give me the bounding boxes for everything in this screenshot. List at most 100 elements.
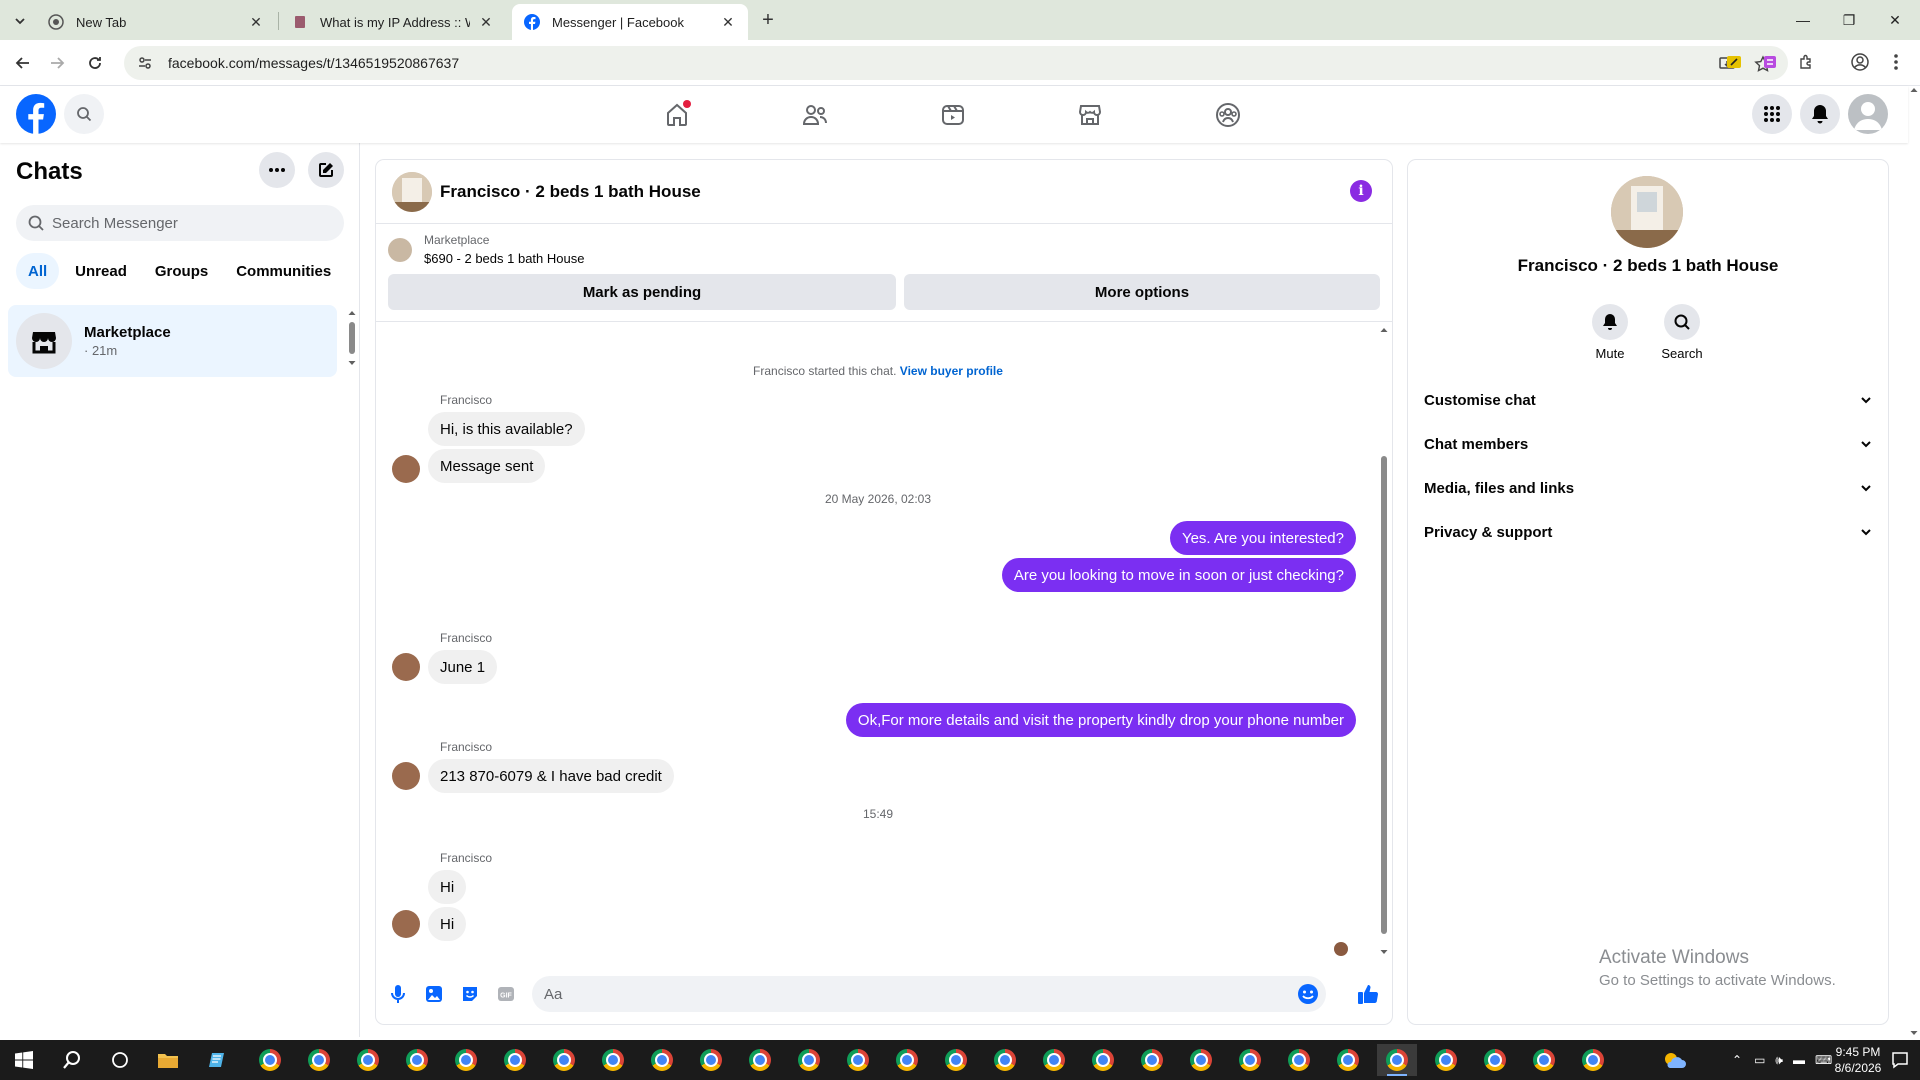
- taskbar-chrome-window-icon[interactable]: [1426, 1044, 1466, 1076]
- extensions-puzzle-icon[interactable]: [1794, 50, 1818, 74]
- close-tab-icon[interactable]: ✕: [248, 14, 264, 30]
- tab-messenger[interactable]: Messenger | Facebook ✕: [512, 4, 748, 40]
- taskbar-chrome-window-icon[interactable]: [348, 1044, 388, 1076]
- taskbar-chrome-window-icon[interactable]: [1524, 1044, 1564, 1076]
- section-chat-members[interactable]: Chat members: [1416, 422, 1880, 466]
- conversation-scrollbar[interactable]: [1378, 326, 1390, 956]
- tray-chevron-icon[interactable]: ⌃: [1732, 1053, 1742, 1067]
- mark-as-pending-button[interactable]: Mark as pending: [388, 274, 896, 310]
- details-avatar[interactable]: [1611, 176, 1683, 248]
- filter-all[interactable]: All: [16, 253, 60, 289]
- chat-list-item-marketplace[interactable]: Marketplace · 21m: [8, 305, 337, 377]
- taskbar-chrome-window-icon[interactable]: [1573, 1044, 1613, 1076]
- close-tab-icon[interactable]: ✕: [478, 14, 494, 30]
- search-messenger-input[interactable]: [52, 214, 322, 232]
- weather-icon[interactable]: [1660, 1046, 1688, 1074]
- search-in-chat-icon[interactable]: [1664, 304, 1700, 340]
- notifications-bell-icon[interactable]: [1800, 94, 1840, 134]
- facebook-search-icon[interactable]: [64, 94, 104, 134]
- more-options-button[interactable]: More options: [904, 274, 1380, 310]
- taskbar-chrome-window-icon[interactable]: [299, 1044, 339, 1076]
- taskbar-chrome-window-icon[interactable]: [250, 1044, 290, 1076]
- taskbar-chrome-window-icon[interactable]: [593, 1044, 633, 1076]
- taskbar-clock[interactable]: 9:45 PM 8/6/2026: [1828, 1044, 1888, 1076]
- search-action[interactable]: Search: [1642, 304, 1722, 361]
- sender-avatar[interactable]: [392, 455, 420, 483]
- taskbar-search-icon[interactable]: [52, 1044, 92, 1076]
- message-incoming[interactable]: June 1: [428, 650, 498, 684]
- thumbs-up-icon[interactable]: [1354, 980, 1382, 1008]
- taskbar-chrome-window-icon[interactable]: [936, 1044, 976, 1076]
- nav-video[interactable]: [897, 86, 1009, 143]
- microphone-icon[interactable]: [384, 980, 412, 1008]
- message-incoming[interactable]: Hi, is this available?: [428, 412, 585, 446]
- taskbar-chrome-window-icon[interactable]: [1377, 1044, 1417, 1076]
- windows-start-icon[interactable]: [4, 1044, 44, 1076]
- filter-groups[interactable]: Groups: [143, 253, 220, 289]
- facebook-logo-icon[interactable]: [16, 94, 56, 134]
- task-view-icon[interactable]: [100, 1044, 140, 1076]
- section-customise-chat[interactable]: Customise chat: [1416, 378, 1880, 422]
- filter-communities[interactable]: Communities: [224, 253, 343, 289]
- address-bar[interactable]: facebook.com/messages/t/1346519520867637: [124, 46, 1788, 80]
- taskbar-chrome-window-icon[interactable]: [544, 1044, 584, 1076]
- extension-purple-icon[interactable]: [1758, 50, 1782, 74]
- profile-icon[interactable]: [1848, 50, 1872, 74]
- taskbar-chrome-window-icon[interactable]: [1279, 1044, 1319, 1076]
- tab-search-chevron-icon[interactable]: [8, 9, 32, 33]
- taskbar-chrome-window-icon[interactable]: [1132, 1044, 1172, 1076]
- taskbar-chrome-window-icon[interactable]: [495, 1044, 535, 1076]
- message-outgoing[interactable]: Are you looking to move in soon or just …: [1001, 558, 1356, 592]
- taskbar-chrome-window-icon[interactable]: [1181, 1044, 1221, 1076]
- chat-list-scrollbar[interactable]: [346, 308, 358, 368]
- menu-grid-icon[interactable]: [1752, 94, 1792, 134]
- taskbar-chrome-window-icon[interactable]: [642, 1044, 682, 1076]
- listing-title[interactable]: $690 - 2 beds 1 bath House: [424, 251, 584, 266]
- gif-icon[interactable]: GIF: [492, 980, 520, 1008]
- photo-icon[interactable]: [420, 980, 448, 1008]
- sender-avatar[interactable]: [392, 653, 420, 681]
- sender-avatar[interactable]: [392, 762, 420, 790]
- new-message-button[interactable]: [308, 152, 344, 188]
- taskbar-chrome-window-icon[interactable]: [789, 1044, 829, 1076]
- nav-marketplace[interactable]: [1034, 86, 1146, 143]
- battery-icon[interactable]: ▬: [1793, 1053, 1805, 1067]
- section-privacy-support[interactable]: Privacy & support: [1416, 510, 1880, 554]
- reload-icon[interactable]: [82, 50, 108, 76]
- message-input-box[interactable]: [532, 976, 1326, 1012]
- browser-menu-icon[interactable]: [1884, 50, 1908, 74]
- taskbar-chrome-window-icon[interactable]: [446, 1044, 486, 1076]
- site-info-icon[interactable]: [130, 48, 160, 78]
- taskbar-chrome-window-icon[interactable]: [985, 1044, 1025, 1076]
- close-tab-icon[interactable]: ✕: [720, 14, 736, 30]
- message-incoming[interactable]: Hi: [428, 907, 467, 941]
- message-outgoing[interactable]: Yes. Are you interested?: [1169, 521, 1356, 555]
- filter-unread[interactable]: Unread: [63, 253, 139, 289]
- listing-thumbnail[interactable]: [388, 238, 412, 262]
- conversation-info-icon[interactable]: i: [1350, 180, 1372, 202]
- new-tab-button[interactable]: +: [756, 8, 780, 32]
- action-center-icon[interactable]: [1880, 1044, 1920, 1076]
- extension-yellow-icon[interactable]: [1722, 50, 1746, 74]
- tab-ip-address[interactable]: What is my IP Address :: WebBr ✕: [280, 4, 506, 40]
- messenger-search[interactable]: [16, 205, 344, 241]
- taskbar-chrome-window-icon[interactable]: [691, 1044, 731, 1076]
- tab-new-tab[interactable]: New Tab ✕: [36, 4, 276, 40]
- message-incoming[interactable]: 213 870-6079 & I have bad credit: [428, 759, 674, 793]
- taskbar-chrome-window-icon[interactable]: [397, 1044, 437, 1076]
- account-avatar[interactable]: [1848, 94, 1888, 134]
- network-icon[interactable]: ▭: [1754, 1053, 1765, 1067]
- minimize-icon[interactable]: —: [1780, 0, 1826, 40]
- taskbar-chrome-window-icon[interactable]: [838, 1044, 878, 1076]
- emoji-icon[interactable]: [1296, 982, 1320, 1006]
- section-media-files-links[interactable]: Media, files and links: [1416, 466, 1880, 510]
- back-icon[interactable]: [10, 50, 36, 76]
- forward-icon[interactable]: [44, 50, 70, 76]
- file-explorer-icon[interactable]: [148, 1044, 188, 1076]
- conversation-title[interactable]: Francisco · 2 beds 1 bath House: [440, 182, 701, 202]
- volume-icon[interactable]: 🕪: [1775, 1053, 1783, 1068]
- conversation-avatar[interactable]: [392, 172, 432, 212]
- nav-home[interactable]: [621, 86, 733, 143]
- view-buyer-profile-link[interactable]: View buyer profile: [900, 364, 1003, 378]
- taskbar-chrome-window-icon[interactable]: [740, 1044, 780, 1076]
